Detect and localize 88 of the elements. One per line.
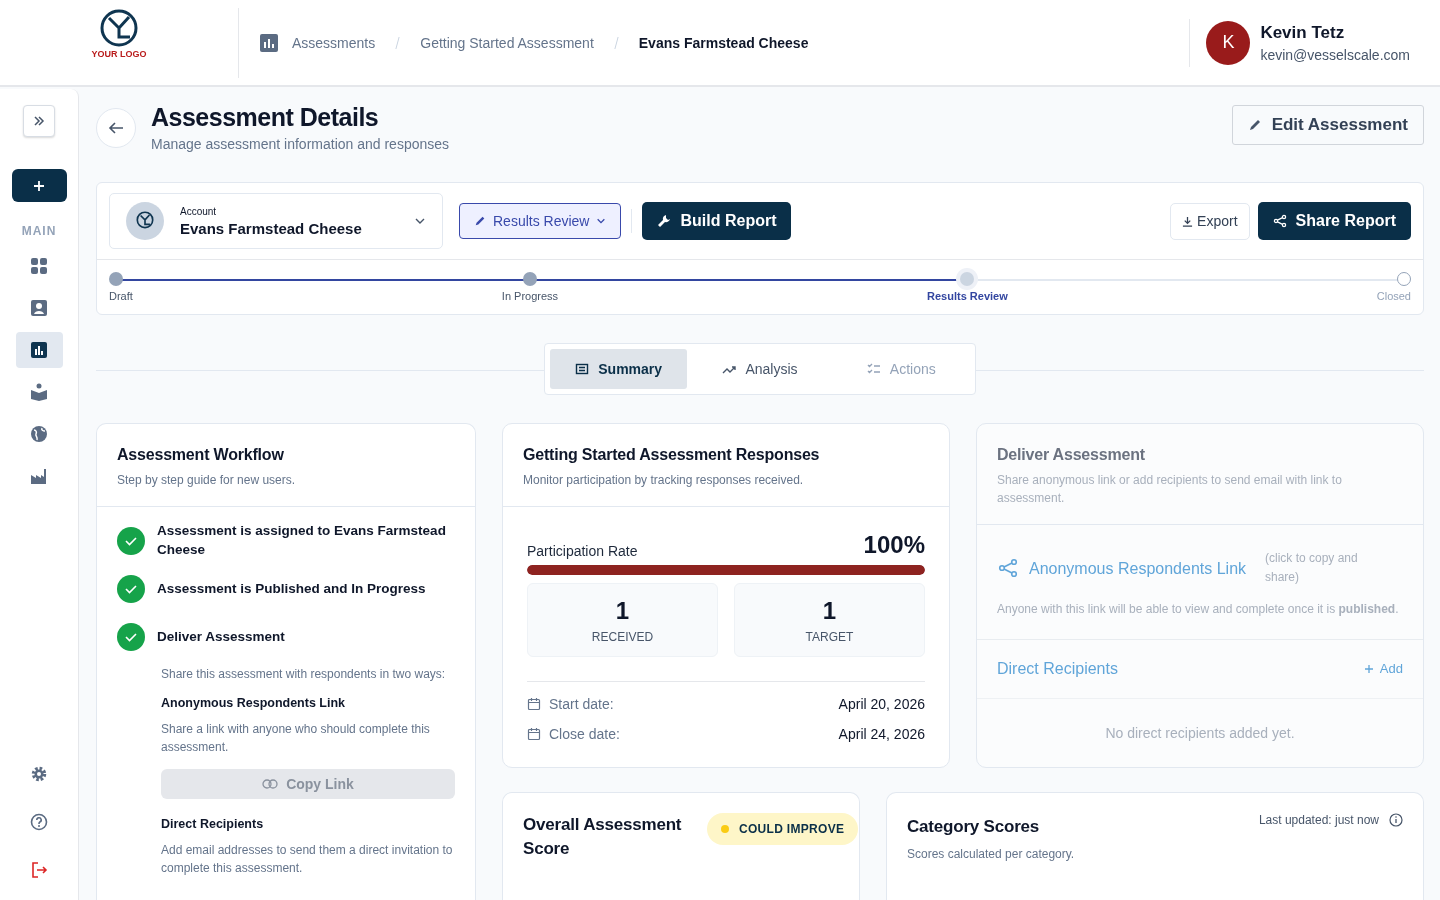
globe-icon — [30, 425, 48, 443]
stat-value: 1 — [822, 596, 837, 625]
link-icon — [262, 778, 279, 789]
calendar-icon — [527, 697, 541, 711]
card-title: Assessment Workflow — [117, 446, 285, 464]
stat-label: RECEIVED — [591, 629, 654, 644]
share-report-button[interactable]: Share Report — [1257, 202, 1411, 240]
status-dropdown[interactable]: Results Review — [459, 203, 622, 239]
section-description: Add email addresses to send them a direct invitation to complete this assessment. — [161, 841, 454, 878]
back-button[interactable] — [96, 107, 136, 148]
rate-label: Participation Rate — [527, 543, 638, 559]
card-title: Category Scores — [907, 816, 1041, 837]
date-value: April 20, 2026 — [838, 696, 925, 712]
status-badge: COULD IMPROVE — [707, 812, 859, 845]
user-avatar[interactable]: K — [1206, 20, 1251, 65]
card-subtitle: Share anonymous link or add recipients to send email with link to assessment. — [997, 472, 1343, 507]
step-title: Deliver Assessment — [157, 627, 285, 646]
breadcrumb-link[interactable]: Assessments — [292, 34, 376, 51]
copy-hint: (click to copy and share) — [1265, 550, 1359, 587]
logo-icon — [99, 7, 139, 48]
share-icon — [1272, 214, 1287, 228]
section-label: MAIN — [21, 224, 57, 238]
plus-icon — [1363, 663, 1374, 674]
pencil-icon — [474, 215, 486, 227]
step-label: In Progress — [501, 290, 559, 302]
logout-icon — [30, 861, 48, 879]
date-label: Close date: — [549, 726, 620, 742]
export-button[interactable]: Export — [1170, 202, 1250, 240]
card-title: Overall Assessment Score — [523, 813, 683, 861]
build-report-button[interactable]: Build Report — [642, 202, 792, 240]
tab[interactable]: Analysis — [691, 349, 829, 389]
gear-icon — [30, 765, 48, 783]
date-label: Start date: — [549, 696, 614, 712]
download-icon — [1182, 215, 1194, 227]
grid-icon — [30, 257, 48, 275]
step-label: Results Review — [927, 290, 1008, 302]
checklist-icon — [866, 362, 881, 376]
page-title: Assessment Details — [151, 103, 380, 132]
logo-text: YOUR LOGO — [91, 48, 147, 59]
step-description: Share this assessment with respondents in two ways: — [161, 666, 447, 683]
list-icon — [575, 362, 590, 376]
step-title: Assessment is assigned to Evans Farmstead Cheese — [157, 522, 447, 559]
card-title: Deliver Assessment — [997, 446, 1146, 464]
help-icon — [30, 813, 48, 831]
card-title: Getting Started Assessment Responses — [523, 446, 821, 464]
plus-icon — [32, 178, 46, 193]
account-select[interactable]: Account Evans Farmstead Cheese — [109, 193, 443, 249]
page-subtitle: Manage assessment information and responses — [151, 136, 450, 152]
wrench-icon — [657, 214, 672, 228]
user-name: Kevin Tetz — [1260, 22, 1346, 43]
breadcrumb-link[interactable]: Evans Farmstead Cheese — [638, 34, 809, 51]
calendar-icon — [527, 727, 541, 741]
empty-message: No direct recipients added yet. — [1105, 724, 1295, 741]
stat-value: 1 — [615, 596, 630, 625]
section-description: Share a link with anyone who should complete this assessment. — [161, 720, 431, 757]
factory-icon — [30, 467, 48, 485]
section-title: Direct Recipients — [161, 816, 265, 831]
stat-label: TARGET — [805, 629, 854, 644]
recipients-title: Direct Recipients — [997, 659, 1118, 678]
share-icon — [997, 557, 1019, 580]
edit-assessment-button[interactable]: Edit Assessment — [1231, 105, 1424, 145]
pencil-icon — [1247, 118, 1262, 132]
step-label: Closed — [1376, 290, 1411, 302]
chart-icon — [260, 33, 278, 52]
nav-item[interactable] — [15, 332, 63, 368]
date-value: April 24, 2026 — [838, 726, 925, 742]
rate-value: 100% — [863, 531, 925, 559]
info-icon[interactable] — [1389, 812, 1403, 827]
last-updated: Last updated: just now — [1258, 812, 1379, 827]
double-chevron-icon — [32, 114, 46, 128]
add-button[interactable] — [11, 169, 67, 202]
user-email: kevin@vesselscale.com — [1260, 46, 1410, 63]
tab[interactable]: Summary — [550, 349, 688, 389]
breadcrumb-link[interactable]: Getting Started Assessment — [420, 34, 594, 51]
reader-icon — [30, 383, 48, 401]
chevron-down-icon — [596, 216, 607, 226]
step-title: Assessment is Published and In Progress — [157, 579, 426, 598]
status-dot — [721, 824, 729, 833]
section-title: Anonymous Respondents Link — [161, 695, 347, 710]
expand-button[interactable] — [23, 105, 55, 137]
account-logo-icon — [126, 202, 164, 240]
card-subtitle: Scores calculated per category. — [907, 845, 1075, 863]
step-label: Draft — [109, 290, 133, 302]
card-subtitle: Monitor participation by tracking responses received. — [523, 472, 805, 489]
contact-card-icon — [30, 299, 48, 317]
card-subtitle: Step by step guide for new users. — [117, 472, 297, 489]
link-note: Anyone with this link will be able to view and complete once it is published. — [997, 601, 1400, 619]
bar-chart-icon — [30, 341, 48, 359]
